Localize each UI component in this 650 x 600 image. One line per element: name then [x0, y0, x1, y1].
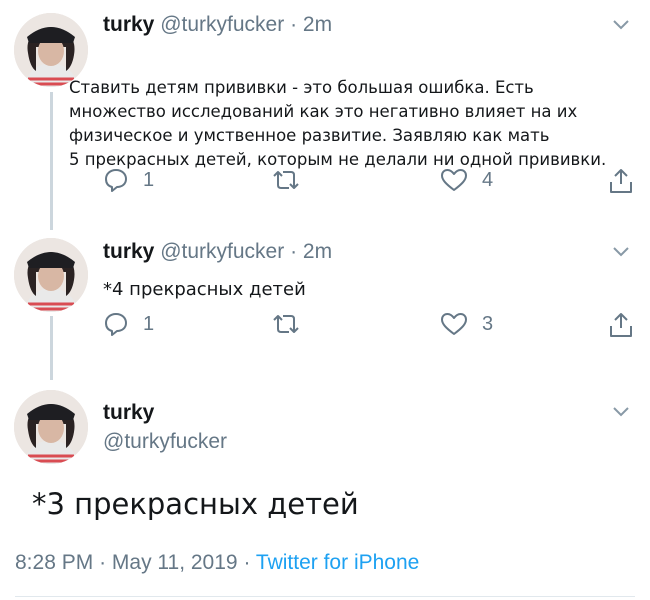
- tweet-actions: 1 4: [103, 167, 638, 197]
- tweet-metadata: 8:28 PM · May 11, 2019 · Twitter for iPh…: [15, 551, 419, 575]
- tweet-text: *4 прекрасных детей: [103, 278, 306, 302]
- retweet-button[interactable]: [271, 311, 301, 337]
- share-button[interactable]: [608, 167, 634, 195]
- user-handle[interactable]: @turkyfucker: [103, 430, 227, 453]
- like-count: 3: [482, 312, 494, 335]
- share-icon: [610, 169, 632, 193]
- retweet-icon: [273, 171, 299, 189]
- like-count: 4: [482, 168, 494, 191]
- main-tweet-name[interactable]: turky: [103, 401, 154, 425]
- heart-icon: [441, 169, 467, 191]
- chevron-down-icon[interactable]: [610, 400, 632, 422]
- reply-count: 1: [143, 168, 155, 191]
- tweet-source-link[interactable]: Twitter for iPhone: [256, 551, 419, 574]
- retweet-button[interactable]: [271, 167, 301, 193]
- tweet-header: turky @turkyfucker · 2m: [103, 240, 332, 264]
- display-name[interactable]: turky: [103, 240, 154, 263]
- thread-line: [50, 316, 53, 380]
- avatar-image: [14, 390, 88, 464]
- retweet-icon: [273, 315, 299, 333]
- tweet-date[interactable]: May 11, 2019: [112, 551, 238, 574]
- main-tweet-handle[interactable]: @turkyfucker: [103, 430, 227, 454]
- display-name[interactable]: turky: [103, 13, 154, 36]
- separator-dot: ·: [290, 240, 298, 263]
- reply-icon: [105, 313, 127, 336]
- user-handle[interactable]: @turkyfucker: [160, 13, 284, 36]
- chevron-down-icon[interactable]: [610, 13, 632, 35]
- reply-button[interactable]: 1: [103, 311, 154, 337]
- like-button[interactable]: 3: [440, 311, 493, 337]
- like-button[interactable]: 4: [440, 167, 493, 193]
- user-handle[interactable]: @turkyfucker: [160, 240, 284, 263]
- reply-icon: [105, 169, 127, 192]
- tweet-time[interactable]: 2m: [303, 240, 332, 263]
- share-icon: [610, 313, 632, 337]
- avatar-image: [14, 238, 88, 312]
- avatar[interactable]: [14, 390, 88, 464]
- chevron-down-icon[interactable]: [610, 240, 632, 262]
- tweet-actions: 1 3: [103, 311, 638, 341]
- heart-icon: [441, 313, 467, 335]
- divider: [15, 596, 635, 597]
- separator-dot: ·: [99, 551, 107, 574]
- display-name[interactable]: turky: [103, 401, 154, 424]
- tweet-text-line: физическое и умственное развитие. Заявля…: [69, 126, 550, 145]
- share-button[interactable]: [608, 311, 634, 339]
- main-tweet-text: *3 прекрасных детей: [32, 487, 359, 521]
- thread-line: [50, 92, 53, 230]
- tweet-header: turky @turkyfucker · 2m: [103, 13, 332, 37]
- tweet-text-line: множество исследований как это негативно…: [69, 102, 578, 121]
- avatar[interactable]: [14, 238, 88, 312]
- tweet-timestamp[interactable]: 8:28 PM: [15, 551, 93, 574]
- tweet-text-line: Ставить детям прививки - это большая оши…: [69, 78, 534, 97]
- tweet-text: Ставить детям прививки - это большая оши…: [69, 76, 606, 172]
- separator-dot: ·: [243, 551, 251, 574]
- reply-button[interactable]: 1: [103, 167, 154, 193]
- reply-count: 1: [143, 312, 155, 335]
- tweet-text-line: *4 прекрасных детей: [103, 279, 306, 300]
- tweet-time[interactable]: 2m: [303, 13, 332, 36]
- separator-dot: ·: [290, 13, 298, 36]
